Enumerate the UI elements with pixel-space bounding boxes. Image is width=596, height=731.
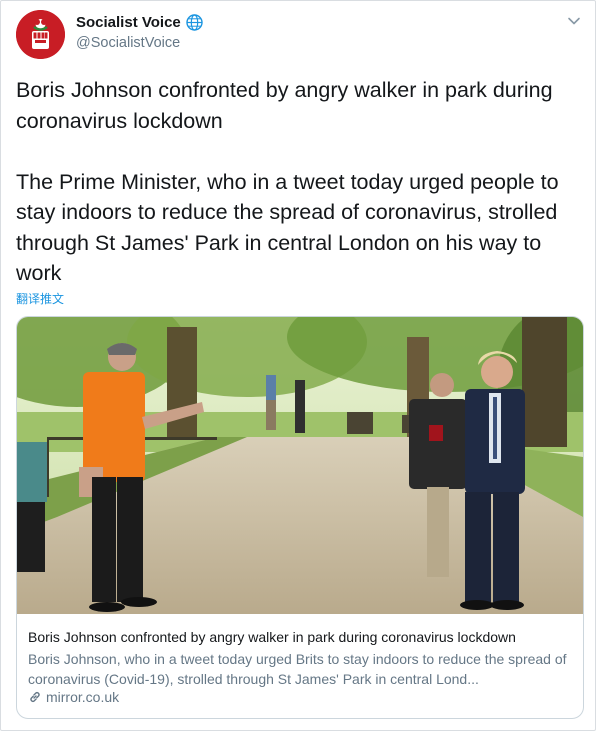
link-icon xyxy=(28,690,42,704)
display-name[interactable]: Socialist Voice xyxy=(76,14,181,31)
chevron-down-icon[interactable] xyxy=(567,14,581,28)
tweet-text: Boris Johnson confronted by angry walker… xyxy=(16,78,559,285)
avatar[interactable] xyxy=(16,10,65,59)
card-title[interactable]: Boris Johnson confronted by angry walker… xyxy=(28,629,516,645)
globe-icon xyxy=(186,14,203,31)
tweet-container: Socialist Voice @SocialistVoice Boris Jo… xyxy=(0,0,596,731)
link-preview-card[interactable]: Boris Johnson confronted by angry walker… xyxy=(16,316,584,719)
card-domain: mirror.co.uk xyxy=(28,689,119,705)
rose-fist-logo xyxy=(16,10,65,59)
card-description: Boris Johnson, who in a tweet today urge… xyxy=(28,651,567,687)
translate-tweet-link[interactable]: 翻译推文 xyxy=(16,290,64,307)
account-handle[interactable]: @SocialistVoice xyxy=(76,35,180,51)
card-image xyxy=(17,317,583,614)
card-domain-text: mirror.co.uk xyxy=(46,689,120,705)
